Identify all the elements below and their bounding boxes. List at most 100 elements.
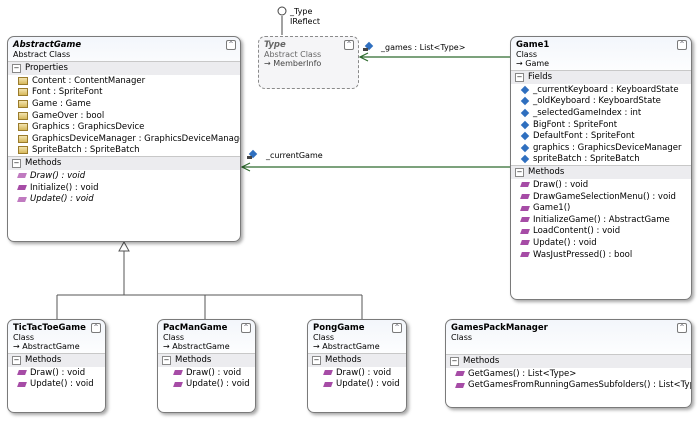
pacman-class-box[interactable]: PacManGame Class → AbstractGame ^ − Metho… [157,319,256,413]
property-icon [18,134,28,143]
section-toggle-icon[interactable]: − [12,159,21,169]
method-icon [323,370,333,376]
collapse-button[interactable]: ^ [677,323,687,333]
property-icon [18,111,28,120]
section-title: Methods [325,355,362,365]
method-icon [520,205,530,211]
field-icon [520,120,530,129]
list-item: spriteBatch : SpriteBatch [511,154,691,166]
section-toggle-icon[interactable]: − [12,356,21,365]
list-item: Draw() : void [8,367,105,379]
method-icon [520,182,530,188]
list-item: Content : ContentManager [8,75,240,87]
list-item: GameOver : bool [8,110,240,122]
list-item: Draw() : void [158,367,255,379]
list-item: _selectedGameIndex : int [511,107,691,119]
field-icon [520,97,530,106]
section-title: Methods [528,167,565,178]
list-item: LoadContent() : void [511,226,691,238]
section-toggle-icon[interactable]: − [12,64,21,73]
list-item: Draw() : void [511,179,691,191]
list-item: _currentKeyboard : KeyboardState [511,84,691,96]
method-icon [173,381,183,387]
base-class: → Game [516,59,550,68]
class-stereotype: Class [313,333,335,342]
list-item: GetGamesFromRunningGamesSubfolders() : L… [446,380,691,392]
class-name: TicTacToeGame [13,323,86,333]
property-icon [18,123,28,132]
method-icon [17,173,27,179]
class-name: AbstractGame [13,40,82,50]
list-item: Game1() [511,202,691,214]
list-item: Update() : void [308,379,406,391]
collapse-button[interactable]: ^ [344,40,354,50]
class-stereotype: Abstract Class [13,50,71,59]
method-icon [455,371,465,377]
property-icon [18,88,28,97]
method-icon [520,194,530,200]
base-class: → AbstractGame [313,342,380,351]
section-title: Properties [25,63,68,73]
list-item: Update() : void [8,193,240,205]
games-association-icon [363,40,375,54]
tictactoe-class-box[interactable]: TicTacToeGame Class → AbstractGame ^ − Me… [7,319,106,413]
game1-class-box[interactable]: Game1 Class → Game ^ − Fields _currentKey… [510,36,692,300]
property-icon [18,146,28,155]
class-name: Game1 [516,40,550,50]
field-icon [520,131,530,141]
class-name: PacManGame [163,323,228,333]
class-stereotype: Class [516,50,538,59]
list-item: BigFont : SpriteFont [511,119,691,131]
list-item: Update() : void [511,237,691,249]
collapse-button[interactable]: ^ [392,323,402,333]
section-toggle-icon[interactable]: − [515,168,524,178]
property-icon [18,99,28,108]
list-item: GraphicsDeviceManager : GraphicsDeviceMa… [8,133,240,145]
collapse-button[interactable]: ^ [241,323,251,333]
field-icon [520,85,530,95]
gamespack-manager-class-box[interactable]: GamesPackManager Class ^ − Methods GetGam… [445,319,692,408]
inheritance-arrowhead [118,240,130,252]
field-icon [520,155,530,164]
list-item: Game : Game [8,98,240,110]
list-item: Font : SpriteFont [8,87,240,99]
method-icon [17,196,27,202]
pong-class-box[interactable]: PongGame Class → AbstractGame ^ − Methods… [307,319,407,413]
section-toggle-icon[interactable]: − [312,356,321,365]
field-icon [520,143,530,153]
list-item: Update() : void [158,379,255,391]
section-title: Methods [25,158,62,169]
method-icon [17,381,27,387]
collapse-button[interactable]: ^ [226,40,236,50]
class-name: PongGame [313,323,365,333]
method-icon [520,228,530,234]
collapse-button[interactable]: ^ [677,40,687,50]
current-game-association-icon [247,148,259,162]
base-class: → AbstractGame [13,342,80,351]
current-game-association-label: _currentGame [266,151,323,160]
collapse-button[interactable]: ^ [91,323,101,333]
list-item: _oldKeyboard : KeyboardState [511,96,691,108]
class-stereotype: Class [13,333,35,342]
list-item: Graphics : GraphicsDevice [8,121,240,133]
method-icon [520,217,530,223]
class-name: GamesPackManager [451,323,548,333]
section-toggle-icon[interactable]: − [450,357,459,366]
list-item: DefaultFont : SpriteFont [511,130,691,142]
method-icon [173,370,183,376]
list-item: GetGames() : List<Type> [446,368,691,380]
interface-lollipop-icon [277,6,287,16]
list-item: DrawGameSelectionMenu() : void [511,191,691,203]
class-stereotype: Class [451,333,473,342]
section-toggle-icon[interactable]: − [162,356,171,365]
type-class-box[interactable]: Type Abstract Class → MemberInfo ^ [258,36,359,89]
section-toggle-icon[interactable]: − [515,73,524,82]
base-class: → AbstractGame [163,342,230,351]
list-item: Initialize() : void [8,182,240,194]
abstract-game-class-box[interactable]: AbstractGame Abstract Class ^ − Propertie… [7,36,241,242]
list-item: SpriteBatch : SpriteBatch [8,145,240,157]
section-title: Methods [463,356,500,366]
method-icon [17,370,27,376]
interface-type-label: _Type [290,7,313,16]
field-icon [520,108,530,118]
